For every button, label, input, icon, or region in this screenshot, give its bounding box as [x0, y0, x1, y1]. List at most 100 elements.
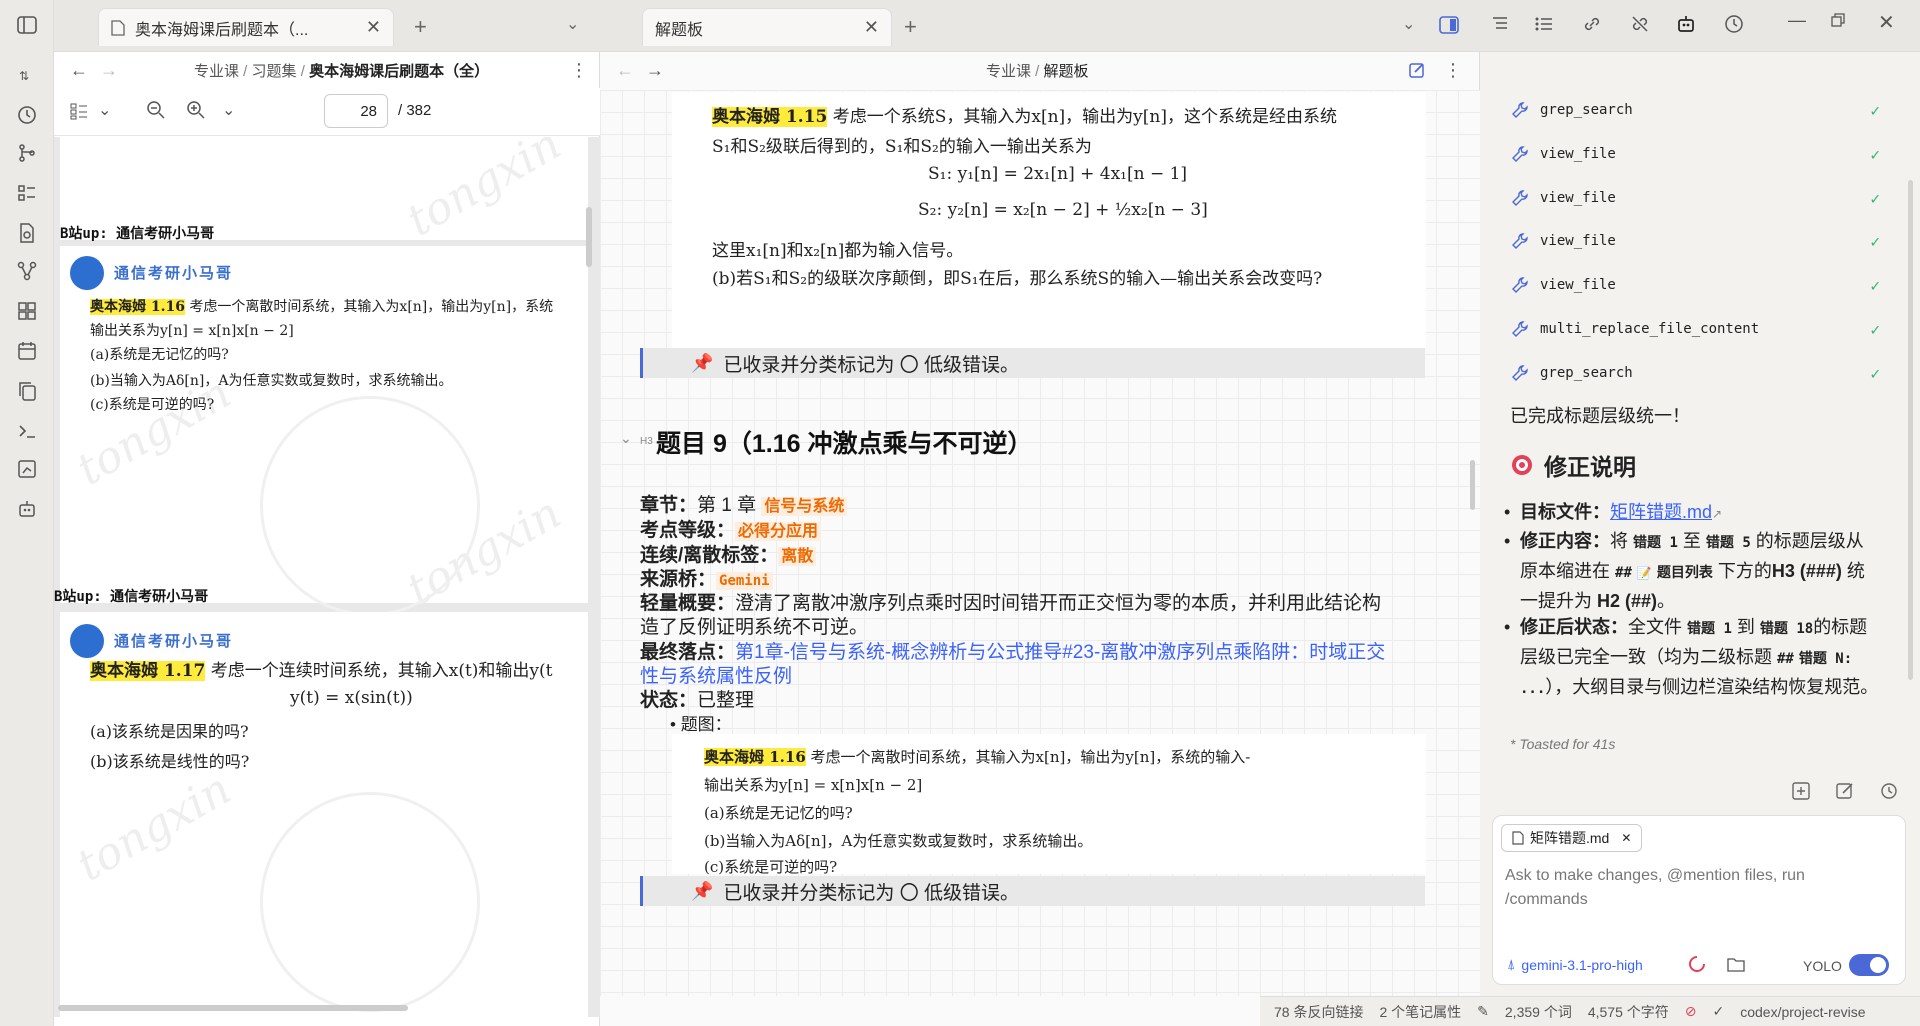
bup-footer: B站up: 通信考研小马哥: [54, 589, 209, 605]
chevron-down-icon[interactable]: ⌄: [566, 14, 579, 34]
zoom-in-icon[interactable]: [186, 100, 206, 120]
new-tab-icon[interactable]: +: [904, 14, 917, 40]
breadcrumb: 专业课 / 解题板: [986, 62, 1089, 80]
folder-icon[interactable]: [1727, 956, 1745, 972]
link-icon[interactable]: [1582, 14, 1602, 34]
check-icon: ✓: [1870, 100, 1880, 120]
question-text: 输出关系为y[n] = x[n]x[n − 2]: [704, 776, 923, 794]
tool-call-name[interactable]: view_file: [1540, 146, 1616, 162]
chart-icon[interactable]: [16, 458, 38, 480]
close-icon[interactable]: ✕: [366, 17, 381, 38]
inline-code: 错题 1: [1633, 535, 1678, 551]
tag[interactable]: 必得分应用: [735, 522, 822, 541]
back-arrow-icon[interactable]: ←: [70, 60, 88, 81]
more-icon[interactable]: ⋮: [570, 60, 588, 81]
split-view-icon[interactable]: [1438, 14, 1460, 36]
chevron-down-icon[interactable]: ⌄: [222, 100, 235, 120]
breadcrumb-item[interactable]: 习题集: [252, 63, 297, 80]
history-icon[interactable]: [1880, 782, 1898, 800]
forward-arrow-icon[interactable]: →: [646, 60, 664, 81]
horizontal-scrollbar[interactable]: [58, 1005, 408, 1011]
list-item: 修正内容：将 错题 1 至 错题 5 的标题层级从原本缩进在 ## 📝 题目列表…: [1504, 527, 1880, 615]
file-search-icon[interactable]: [16, 222, 38, 244]
graph-icon[interactable]: [16, 260, 38, 282]
collapse-chevron-icon[interactable]: ⌄: [620, 430, 632, 447]
grid-icon[interactable]: [16, 300, 38, 322]
sort-icon[interactable]: ⇅: [16, 64, 38, 86]
scrollbar[interactable]: [586, 207, 592, 267]
chevron-down-icon[interactable]: ⌄: [1402, 14, 1415, 34]
forward-arrow-icon[interactable]: →: [100, 60, 118, 81]
back-arrow-icon[interactable]: ←: [616, 60, 634, 81]
field-label: 连续/离散标签：: [640, 545, 779, 566]
close-icon[interactable]: ✕: [864, 17, 879, 38]
scrollbar[interactable]: [1908, 180, 1913, 680]
bot-icon[interactable]: [1676, 14, 1696, 34]
file-link[interactable]: 矩阵错题.md: [1610, 502, 1712, 522]
model-label: gemini-3.1-pro-high: [1521, 956, 1643, 973]
zoom-out-icon[interactable]: [146, 100, 166, 120]
backlinks-count[interactable]: 78 条反向链接: [1274, 1002, 1363, 1022]
breadcrumb-item[interactable]: 专业课: [194, 63, 239, 80]
breadcrumb-current[interactable]: 解题板: [1044, 63, 1089, 80]
pdf-toolbar: ⌄ ⌄ 28 / 382: [54, 88, 600, 136]
properties-count[interactable]: 2 个笔记属性: [1379, 1002, 1461, 1022]
chevron-down-icon[interactable]: ⌄: [98, 100, 111, 120]
inline-code: ##: [1615, 565, 1632, 581]
tool-call-name[interactable]: grep_search: [1540, 102, 1633, 118]
tool-call-name[interactable]: grep_search: [1540, 365, 1633, 381]
scrollbar[interactable]: [1470, 460, 1475, 510]
pdf-viewer[interactable]: tongxin B站up: 通信考研小马哥 tongxin tongxin 通信…: [54, 137, 600, 1017]
wrench-icon: [1510, 363, 1530, 383]
thumbnails-icon[interactable]: [70, 102, 88, 120]
add-icon[interactable]: [1792, 782, 1810, 800]
breadcrumb-item[interactable]: 专业课: [986, 63, 1031, 80]
question-part-b: (b)当输入为Aδ[n]，A为任意实数或复数时，求系统输出。: [704, 832, 1093, 850]
outline-icon[interactable]: [1490, 14, 1510, 34]
model-selector[interactable]: ⍋ gemini-3.1-pro-high: [1507, 956, 1643, 973]
tool-call-name[interactable]: view_file: [1540, 190, 1616, 206]
calendar-icon[interactable]: [16, 340, 38, 362]
internal-link[interactable]: 性与系统属性反例: [640, 661, 792, 688]
bullet-list-icon[interactable]: [1534, 14, 1554, 34]
git-branch[interactable]: codex/project-revise: [1740, 1004, 1865, 1020]
restore-icon[interactable]: [1830, 12, 1846, 28]
tag[interactable]: 离散: [778, 547, 817, 566]
sidebar-toggle-icon[interactable]: [16, 14, 38, 36]
minimize-icon[interactable]: —: [1788, 10, 1806, 31]
clock-icon[interactable]: [16, 104, 38, 126]
new-tab-icon[interactable]: +: [414, 14, 427, 40]
git-icon[interactable]: [16, 142, 38, 164]
check-icon: ✓: [1870, 231, 1880, 251]
close-window-icon[interactable]: ✕: [1878, 10, 1895, 35]
list-item: 目标文件：矩阵错题.md↗: [1504, 498, 1880, 528]
sync-off-icon[interactable]: ⊘: [1685, 1003, 1697, 1020]
tool-call-name[interactable]: multi_replace_file_content: [1540, 321, 1759, 337]
internal-link[interactable]: 第1章-信号与系统-概念辨析与公式推导#23-离散冲激序列点乘陷阱：时域正交: [735, 642, 1385, 663]
question-equation: y(t) = x(sin(t)): [290, 688, 413, 708]
bot-icon[interactable]: [16, 498, 38, 520]
breadcrumb-current[interactable]: 奥本海姆课后刷题本（全）: [309, 63, 489, 80]
close-icon[interactable]: ✕: [1621, 831, 1631, 845]
context-chip[interactable]: 矩阵错题.md ✕: [1501, 824, 1643, 852]
clock-icon[interactable]: [1724, 14, 1744, 34]
pdf-page: tongxin B站up: 通信考研小马哥: [60, 137, 588, 247]
yolo-toggle[interactable]: [1849, 954, 1889, 976]
list-icon[interactable]: [16, 182, 38, 204]
tool-call-name[interactable]: view_file: [1540, 233, 1616, 249]
edit-icon[interactable]: ✎: [1477, 1003, 1489, 1020]
question-text: S₁和S₂级联后得到的，S₁和S₂的输入一输出关系为: [712, 137, 1092, 157]
tool-call-name[interactable]: view_file: [1540, 277, 1616, 293]
terminal-icon[interactable]: [16, 420, 38, 442]
tab-editor[interactable]: 解题板 ✕: [642, 8, 892, 46]
page-number-input[interactable]: 28: [324, 94, 388, 128]
tab-pdf[interactable]: 奥本海姆课后刷题本（... ✕: [98, 8, 394, 46]
edit-icon[interactable]: [1836, 782, 1854, 800]
editor-body[interactable]: 奥本海姆 1.15 考虑一个系统S，其输入为x[n]，输出为y[n]，这个系统是…: [600, 90, 1480, 996]
copy-icon[interactable]: [16, 380, 38, 402]
tag[interactable]: 信号与系统: [761, 497, 848, 516]
unlink-icon[interactable]: [1630, 14, 1650, 34]
chat-input[interactable]: Ask to make changes, @mention files, run…: [1505, 864, 1885, 912]
more-icon[interactable]: ⋮: [1444, 60, 1462, 81]
edit-icon[interactable]: [1408, 61, 1426, 79]
